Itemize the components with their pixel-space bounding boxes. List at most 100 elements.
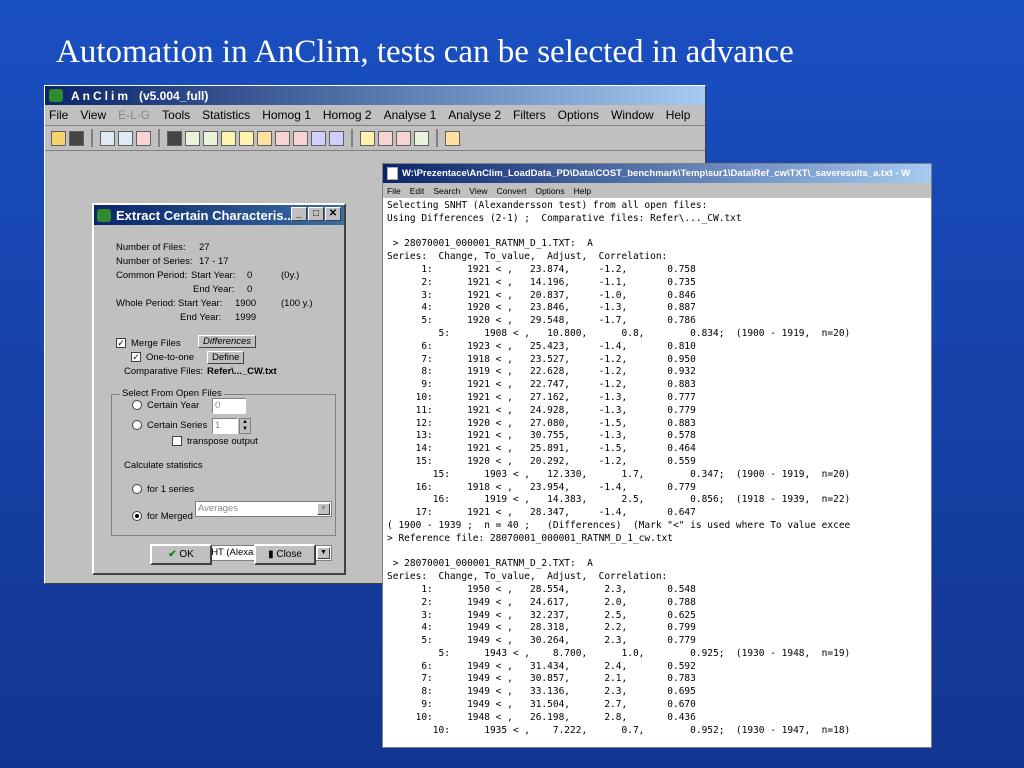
histogram-icon[interactable] (257, 130, 272, 146)
grid-icon[interactable] (293, 130, 308, 146)
comparative-files-value: Refer\..._CW.txt (207, 366, 277, 377)
chevron-down-icon: ▼ (317, 547, 330, 559)
for-merged-label: for Merged (147, 511, 193, 522)
one-to-one-checkbox[interactable]: ✓ One-to-one (131, 352, 194, 363)
text-menu-options[interactable]: Options (535, 186, 564, 196)
certain-year-label: Certain Year (147, 400, 200, 411)
chevron-down-icon: ▼ (317, 503, 330, 515)
save-icon[interactable] (69, 130, 84, 146)
map-icon[interactable] (329, 130, 344, 146)
spectrum-icon[interactable] (275, 130, 290, 146)
chart-icon[interactable] (118, 130, 133, 146)
certain-series-field[interactable]: 1 (212, 418, 238, 434)
menu-tools[interactable]: Tools (162, 108, 190, 122)
for-1-series-label: for 1 series (147, 484, 194, 495)
number-of-series-label: Number of Series: (116, 256, 193, 267)
menu-analyse-2[interactable]: Analyse 2 (448, 108, 501, 122)
slide-title: Automation in AnClim, tests can be selec… (56, 34, 794, 70)
common-period-label: Common Period: (116, 270, 188, 281)
ok-button[interactable]: ✔ OK (150, 544, 212, 565)
menu-view[interactable]: View (80, 108, 106, 122)
certain-series-radio[interactable]: Certain Series (132, 420, 207, 431)
maximize-button[interactable]: □ (308, 207, 324, 221)
text-menu-search[interactable]: Search (433, 186, 460, 196)
tools-icon[interactable] (136, 130, 151, 146)
app-toolbar (45, 126, 705, 151)
app-title-name: AnClim (71, 88, 131, 103)
menu-statistics[interactable]: Statistics (202, 108, 250, 122)
text-menu-file[interactable]: File (387, 186, 401, 196)
text-menu-edit[interactable]: Edit (410, 186, 425, 196)
open-icon[interactable] (51, 130, 66, 146)
exit-icon[interactable] (445, 130, 460, 146)
transpose-output-checkbox[interactable]: transpose output (172, 436, 258, 447)
table-icon[interactable] (100, 130, 115, 146)
whole-span-value: (100 y.) (281, 298, 313, 309)
menu-homog-2[interactable]: Homog 2 (323, 108, 372, 122)
certain-series-label: Certain Series (147, 420, 208, 431)
bar-icon[interactable] (239, 130, 254, 146)
certain-year-field[interactable]: 0 (212, 398, 246, 414)
monitor-icon[interactable] (414, 130, 429, 146)
menu-window[interactable]: Window (611, 108, 654, 122)
text-window-titlebar[interactable]: W:\Prezentace\AnClim_LoadData_PD\Data\CO… (383, 164, 931, 183)
results-text-window: W:\Prezentace\AnClim_LoadData_PD\Data\CO… (382, 163, 932, 748)
trend-icon[interactable] (378, 130, 393, 146)
line-chart-icon[interactable] (185, 130, 200, 146)
copy-icon[interactable] (311, 130, 326, 146)
dialog-titlebar[interactable]: Extract Certain Characteris... _ □ ✕ (94, 205, 344, 225)
transpose-label: transpose output (187, 436, 258, 447)
wave-icon[interactable] (360, 130, 375, 146)
menu-homog-1[interactable]: Homog 1 (262, 108, 311, 122)
ok-label: OK (179, 549, 194, 560)
certain-year-radio[interactable]: Certain Year (132, 400, 199, 411)
graph-icon[interactable] (203, 130, 218, 146)
define-button[interactable]: Define (207, 351, 245, 364)
for-1-series-radio[interactable]: for 1 series (132, 484, 194, 495)
for-1-series-select[interactable]: Averages ▼ (195, 501, 332, 517)
file-icon (387, 167, 398, 180)
text-menu-convert[interactable]: Convert (497, 186, 527, 196)
close-window-button[interactable]: ✕ (325, 207, 341, 221)
for-1-series-value: Averages (198, 503, 238, 514)
merge-files-checkbox[interactable]: ✓ Merge Files (116, 338, 181, 349)
menu-help[interactable]: Help (666, 108, 691, 122)
menu-filters[interactable]: Filters (513, 108, 546, 122)
one-to-one-label: One-to-one (146, 352, 195, 363)
differences-button[interactable]: Differences (198, 335, 257, 348)
text-window-menubar: File Edit Search View Convert Options Help (383, 183, 931, 198)
trend-icon-2[interactable] (396, 130, 411, 146)
text-menu-help[interactable]: Help (574, 186, 591, 196)
minimize-button[interactable]: _ (291, 207, 307, 221)
number-of-series-value: 17 - 17 (199, 256, 229, 267)
number-of-files-value: 27 (199, 242, 210, 253)
whole-end-value: 1999 (235, 312, 257, 323)
for-merged-radio[interactable]: for Merged (132, 511, 193, 522)
toolbar-separator (158, 129, 160, 147)
menu-file[interactable]: File (49, 108, 68, 122)
dialog-title: Extract Certain Characteris... (116, 207, 295, 223)
app-titlebar[interactable]: AnClim (v5.004_full) (45, 86, 705, 105)
common-start-label: Start Year: (191, 270, 236, 281)
extract-dialog: Extract Certain Characteris... _ □ ✕ Num… (92, 203, 346, 575)
comparative-files-label: Comparative Files: (124, 366, 204, 377)
close-button[interactable]: ▮ Close (254, 544, 316, 565)
app-menubar: File View E-L-G Tools Statistics Homog 1 Homog… (45, 105, 705, 126)
common-end-label: End Year: (193, 284, 235, 295)
menu-analyse-1[interactable]: Analyse 1 (384, 108, 437, 122)
text-menu-view[interactable]: View (469, 186, 487, 196)
menu-options[interactable]: Options (558, 108, 599, 122)
whole-end-label: End Year: (180, 312, 222, 323)
whole-start-value: 1900 (235, 298, 257, 309)
ae-icon[interactable] (221, 130, 236, 146)
common-start-value: 0 (247, 270, 253, 281)
results-text[interactable]: Selecting SNHT (Alexandersson test) from… (383, 198, 931, 737)
series-spinner[interactable]: ▲ ▼ (239, 418, 251, 434)
checkmark-icon: ✔ (168, 549, 180, 560)
calculator-icon[interactable] (167, 130, 182, 146)
toolbar-separator (436, 129, 438, 147)
merge-files-label: Merge Files (131, 338, 181, 349)
whole-start-label: Start Year: (178, 298, 223, 309)
anclim-logo-icon (97, 208, 111, 222)
menu-e-l-g[interactable]: E-L-G (118, 108, 150, 122)
